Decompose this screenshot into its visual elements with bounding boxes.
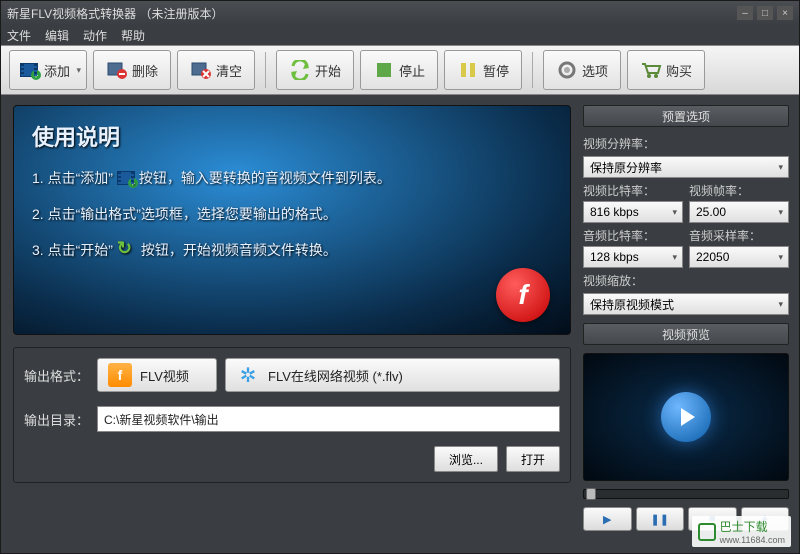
watermark-logo-icon xyxy=(698,523,716,541)
cart-icon xyxy=(640,59,662,81)
pause-label: 暂停 xyxy=(483,61,509,80)
start-label: 开始 xyxy=(315,61,341,80)
clear-button[interactable]: 清空 xyxy=(177,50,255,90)
resolution-label: 视频分辨率： xyxy=(583,135,789,152)
watermark-url: www.11684.com xyxy=(720,535,785,545)
stop-icon xyxy=(373,59,395,81)
output-panel: 输出格式： f FLV视频 ✲ FLV在线网络视频 (*.flv) 输出目录： … xyxy=(13,347,571,483)
presets-body: 视频分辨率： 保持原分辨率 视频比特率： 816 kbps 视频帧率： 25.0… xyxy=(583,135,789,315)
instructions-heading: 使用说明 xyxy=(32,120,552,152)
output-dir-label: 输出目录： xyxy=(24,410,89,429)
refresh-icon xyxy=(117,242,137,258)
buy-button[interactable]: 购买 xyxy=(627,50,705,90)
asample-label: 音频采样率： xyxy=(689,227,789,244)
output-buttons-row: 浏览... 打开 xyxy=(24,446,560,472)
output-dir-row: 输出目录： xyxy=(24,406,560,432)
minimize-button[interactable]: – xyxy=(737,6,753,20)
resolution-select[interactable]: 保持原分辨率 xyxy=(583,156,789,178)
vbitrate-label: 视频比特率： xyxy=(583,182,683,199)
titlebar: 新星FLV视频格式转换器 （未注册版本） – □ × xyxy=(1,1,799,25)
buy-label: 购买 xyxy=(666,61,692,80)
main-body: 使用说明 1. 点击“添加” + 按钮，输入要转换的音视频文件到列表。 2. 点… xyxy=(1,95,799,555)
asample-select[interactable]: 22050 xyxy=(689,246,789,268)
pause-button[interactable]: 暂停 xyxy=(444,50,522,90)
video-preview xyxy=(583,353,789,481)
toolbar: + 添加 删除 清空 开始 停止 暂停 选项 xyxy=(1,45,799,95)
remove-label: 删除 xyxy=(132,61,158,80)
network-icon: ✲ xyxy=(236,363,260,387)
presets-header: 预置选项 xyxy=(583,105,789,127)
start-button[interactable]: 开始 xyxy=(276,50,354,90)
flash-icon: f xyxy=(496,268,550,322)
menu-help[interactable]: 帮助 xyxy=(121,27,145,44)
output-format-row: 输出格式： f FLV视频 ✲ FLV在线网络视频 (*.flv) xyxy=(24,358,560,392)
output-format-short[interactable]: f FLV视频 xyxy=(97,358,217,392)
play-icon xyxy=(661,392,711,442)
clear-film-icon xyxy=(190,59,212,81)
right-pane: 预置选项 视频分辨率： 保持原分辨率 视频比特率： 816 kbps 视频帧率：… xyxy=(579,95,799,555)
options-button[interactable]: 选项 xyxy=(543,50,621,90)
menu-edit[interactable]: 编辑 xyxy=(45,27,69,44)
remove-button[interactable]: 删除 xyxy=(93,50,171,90)
browse-button[interactable]: 浏览... xyxy=(434,446,498,472)
preview-seek-bar[interactable] xyxy=(583,489,789,499)
gear-icon xyxy=(556,59,578,81)
stop-label: 停止 xyxy=(399,61,425,80)
window-buttons: – □ × xyxy=(737,6,793,20)
instruction-step-3: 3. 点击“开始” 按钮，开始视频音频文件转换。 xyxy=(32,240,552,260)
vbitrate-select[interactable]: 816 kbps xyxy=(583,201,683,223)
menu-file[interactable]: 文件 xyxy=(7,27,31,44)
add-film-icon: + xyxy=(117,171,135,185)
abitrate-select[interactable]: 128 kbps xyxy=(583,246,683,268)
refresh-icon xyxy=(289,59,311,81)
app-window: 新星FLV视频格式转换器 （未注册版本） – □ × 文件 编辑 动作 帮助 +… xyxy=(0,0,800,554)
output-format-long[interactable]: ✲ FLV在线网络视频 (*.flv) xyxy=(225,358,560,392)
menubar: 文件 编辑 动作 帮助 xyxy=(1,25,799,45)
add-label: 添加 xyxy=(44,61,70,80)
instruction-step-1: 1. 点击“添加” + 按钮，输入要转换的音视频文件到列表。 xyxy=(32,168,552,188)
remove-film-icon xyxy=(106,59,128,81)
preview-pause-button[interactable]: ❚❚ xyxy=(636,507,685,531)
add-film-icon: + xyxy=(18,59,40,81)
options-label: 选项 xyxy=(582,61,608,80)
preview-header: 视频预览 xyxy=(583,323,789,345)
menu-action[interactable]: 动作 xyxy=(83,27,107,44)
scale-label: 视频缩放： xyxy=(583,272,789,289)
watermark-text: 巴士下载 xyxy=(720,518,785,535)
toolbar-separator xyxy=(532,52,533,88)
abitrate-label: 音频比特率： xyxy=(583,227,683,244)
stop-button[interactable]: 停止 xyxy=(360,50,438,90)
watermark: 巴士下载 www.11684.com xyxy=(692,516,791,547)
output-format-label: 输出格式： xyxy=(24,366,89,385)
instructions-panel: 使用说明 1. 点击“添加” + 按钮，输入要转换的音视频文件到列表。 2. 点… xyxy=(13,105,571,335)
close-button[interactable]: × xyxy=(777,6,793,20)
add-button[interactable]: + 添加 xyxy=(9,50,87,90)
left-pane: 使用说明 1. 点击“添加” + 按钮，输入要转换的音视频文件到列表。 2. 点… xyxy=(1,95,579,555)
fps-select[interactable]: 25.00 xyxy=(689,201,789,223)
seek-knob[interactable] xyxy=(586,488,596,500)
toolbar-separator xyxy=(265,52,266,88)
window-title: 新星FLV视频格式转换器 （未注册版本） xyxy=(7,5,737,22)
clear-label: 清空 xyxy=(216,61,242,80)
output-dir-input[interactable] xyxy=(97,406,560,432)
open-button[interactable]: 打开 xyxy=(506,446,560,472)
preview-play-button[interactable]: ▶ xyxy=(583,507,632,531)
instruction-step-2: 2. 点击“输出格式”选项框，选择您要输出的格式。 xyxy=(32,204,552,224)
pause-icon xyxy=(457,59,479,81)
scale-select[interactable]: 保持原视频模式 xyxy=(583,293,789,315)
flv-icon: f xyxy=(108,363,132,387)
maximize-button[interactable]: □ xyxy=(757,6,773,20)
fps-label: 视频帧率： xyxy=(689,182,789,199)
